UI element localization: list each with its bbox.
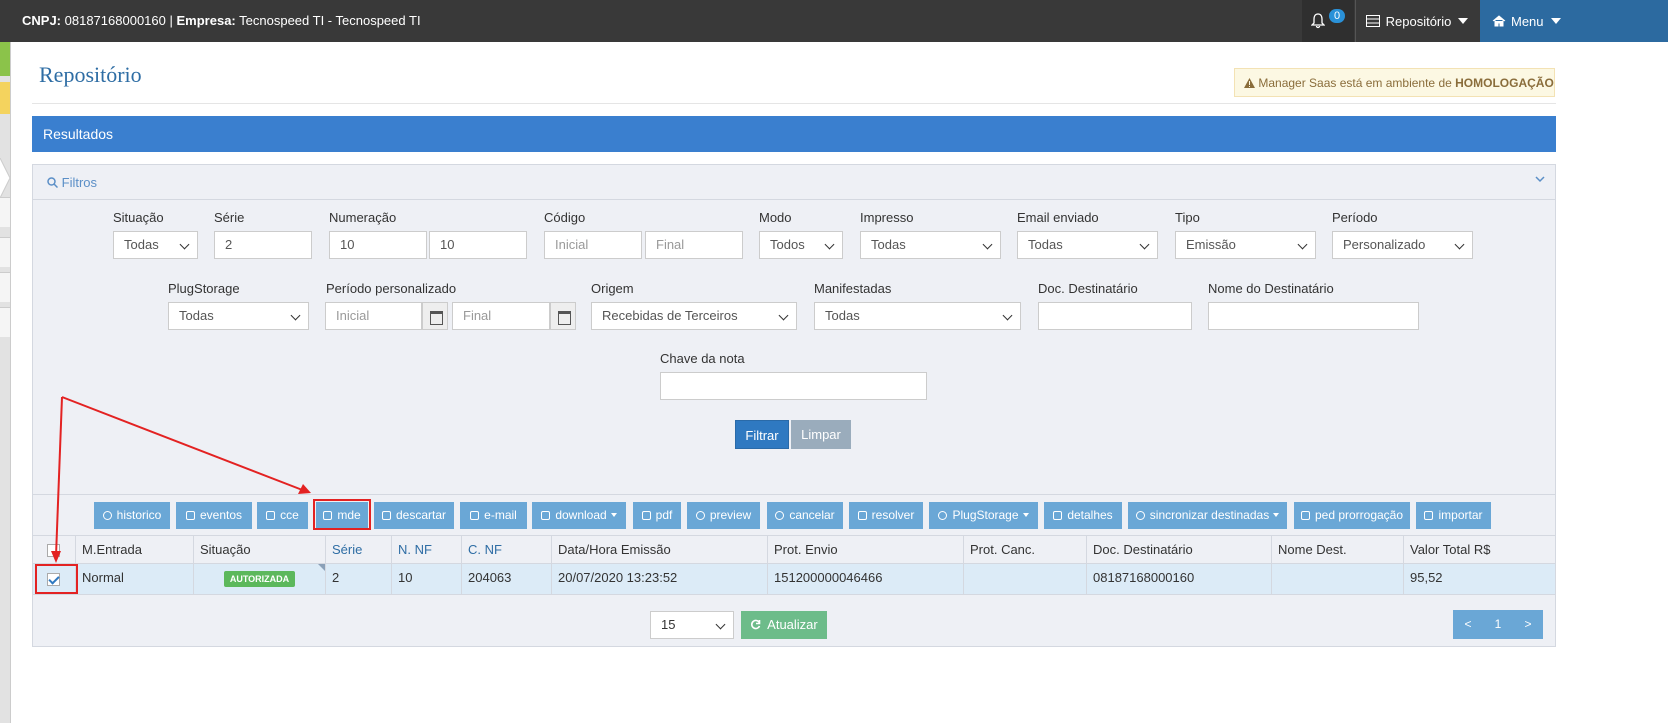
annotation-arrows (51, 396, 311, 563)
arrow-to-checkbox (55, 396, 63, 557)
arrow-to-mde (61, 396, 306, 492)
arrowhead-checkbox (51, 551, 61, 563)
